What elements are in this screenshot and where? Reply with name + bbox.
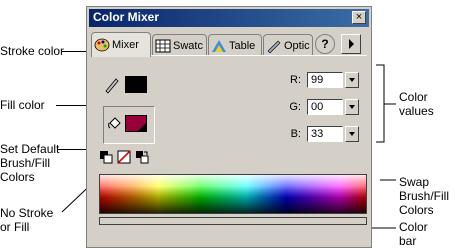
tab-table[interactable]: Table	[208, 34, 262, 56]
paint-bucket-icon[interactable]	[105, 115, 123, 133]
panel-menu-button[interactable]	[341, 34, 361, 54]
tab-label: Swatc	[173, 39, 203, 52]
panel-title: Color Mixer	[93, 10, 160, 24]
tab-label: Mixer	[112, 39, 139, 51]
tab-options[interactable]: Optic	[263, 34, 313, 56]
close-button[interactable]: ×	[352, 11, 366, 24]
r-input[interactable]: 99	[307, 72, 343, 88]
b-label: B:	[290, 128, 301, 140]
table-icon	[212, 39, 226, 52]
default-colors-icon[interactable]	[99, 150, 113, 164]
color-bar[interactable]	[99, 174, 367, 214]
stroke-color-swatch[interactable]	[125, 76, 147, 93]
g-label: G:	[289, 101, 301, 113]
b-dropdown-button[interactable]	[345, 126, 359, 142]
no-color-icon[interactable]	[117, 150, 131, 164]
color-bar-preview	[99, 217, 367, 225]
arrow-right-icon	[349, 39, 354, 49]
title-bar[interactable]: Color Mixer ×	[89, 9, 369, 27]
r-label: R:	[290, 74, 301, 86]
b-input[interactable]: 33	[307, 126, 343, 142]
tab-mixer[interactable]: Mixer	[91, 32, 151, 57]
tab-swatches[interactable]: Swatc	[152, 34, 207, 56]
pen-icon[interactable]	[103, 76, 121, 94]
r-dropdown-button[interactable]	[345, 72, 359, 88]
mixer-content: R: 99 G: 00 B: 33	[91, 55, 367, 242]
options-icon	[267, 40, 281, 53]
tab-label: Table	[229, 39, 256, 52]
color-mixer-panel: Color Mixer × Mixer Swatc Table Optic ? …	[86, 6, 372, 248]
help-button[interactable]: ?	[315, 34, 335, 54]
tab-label: Optic	[284, 39, 310, 52]
grid-swatches-icon	[155, 39, 171, 52]
palette-icon	[94, 38, 110, 52]
swap-colors-icon[interactable]	[135, 150, 149, 164]
g-input[interactable]: 00	[307, 99, 343, 115]
g-dropdown-button[interactable]	[345, 99, 359, 115]
tab-strip: Mixer Swatc Table Optic ?	[91, 32, 369, 57]
fill-color-swatch[interactable]	[125, 115, 147, 132]
